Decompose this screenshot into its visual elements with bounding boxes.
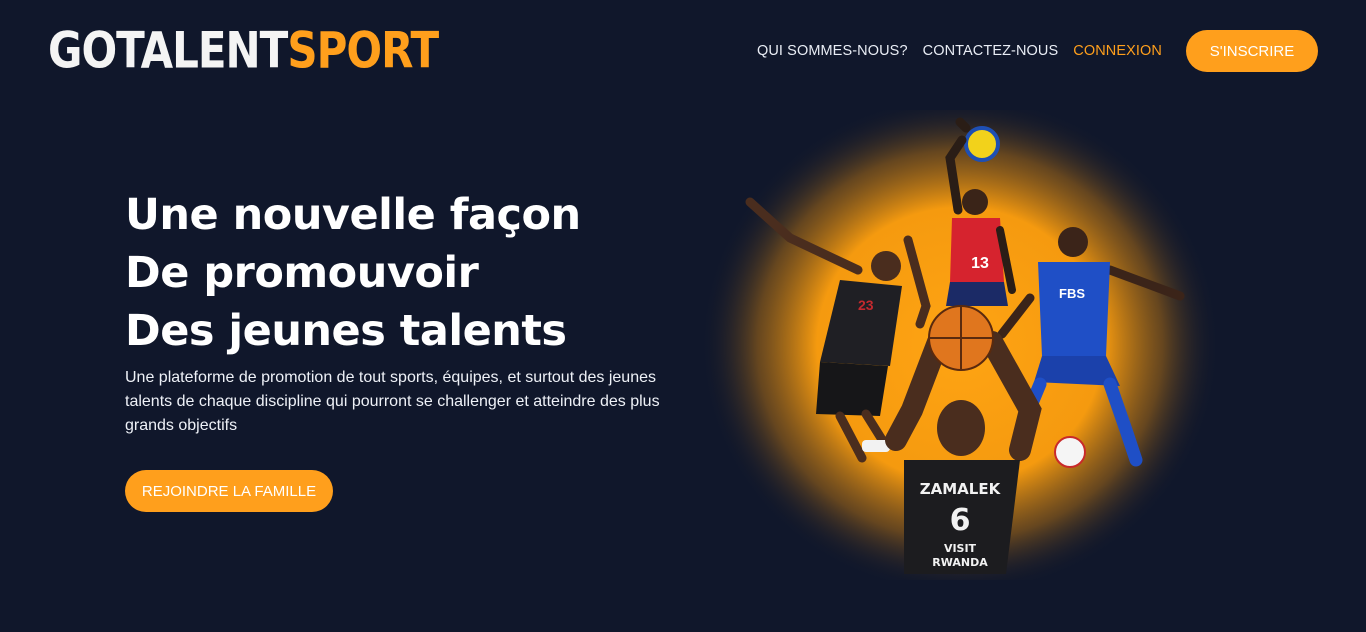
signup-button[interactable]: S'INSCRIRE xyxy=(1186,30,1318,72)
nav-link-about[interactable]: QUI SOMMES-NOUS? xyxy=(757,43,908,59)
volleyball-ball-icon xyxy=(964,126,1000,162)
svg-text:23: 23 xyxy=(858,297,874,313)
volleyball-jersey-number: 13 xyxy=(971,255,989,272)
basketball-team-text: ZAMALEK xyxy=(920,480,1002,498)
basketball-jersey-number: 6 xyxy=(950,503,971,538)
logo-text-accent: SPORT xyxy=(287,21,439,79)
join-family-button[interactable]: REJOINDRE LA FAMILLE xyxy=(125,470,333,512)
athletes-illustration: 13 23 FBS ZAMALEK 6 VISIT RWANDA xyxy=(700,110,1220,580)
hero-title: Une nouvelle façon De promouvoir Des jeu… xyxy=(125,186,685,360)
main-nav: QUI SOMMES-NOUS? CONTACTEZ-NOUS CONNEXIO… xyxy=(742,30,1318,72)
basketball-sponsor-line1: VISIT xyxy=(944,542,977,555)
logo-text-primary: GOTALENT xyxy=(48,21,288,79)
landing-page: GOTALENT SPORT QUI SOMMES-NOUS? CONTACTEZ… xyxy=(0,0,1366,632)
hero-subtitle: Une plateforme de promotion de tout spor… xyxy=(125,369,660,434)
footballer-sponsor-text: FBS xyxy=(1059,286,1085,301)
hero-title-line: Des jeunes talents xyxy=(125,306,567,356)
nav-link-contact[interactable]: CONTACTEZ-NOUS xyxy=(923,43,1059,59)
hero-title-line: De promouvoir xyxy=(125,248,479,298)
nav-link-login[interactable]: CONNEXION xyxy=(1073,43,1162,59)
basketball-sponsor-line2: RWANDA xyxy=(932,556,988,569)
football-ball-icon xyxy=(1054,436,1086,468)
brand-logo[interactable]: GOTALENT SPORT xyxy=(48,17,439,83)
hero-title-line: Une nouvelle façon xyxy=(125,190,581,240)
